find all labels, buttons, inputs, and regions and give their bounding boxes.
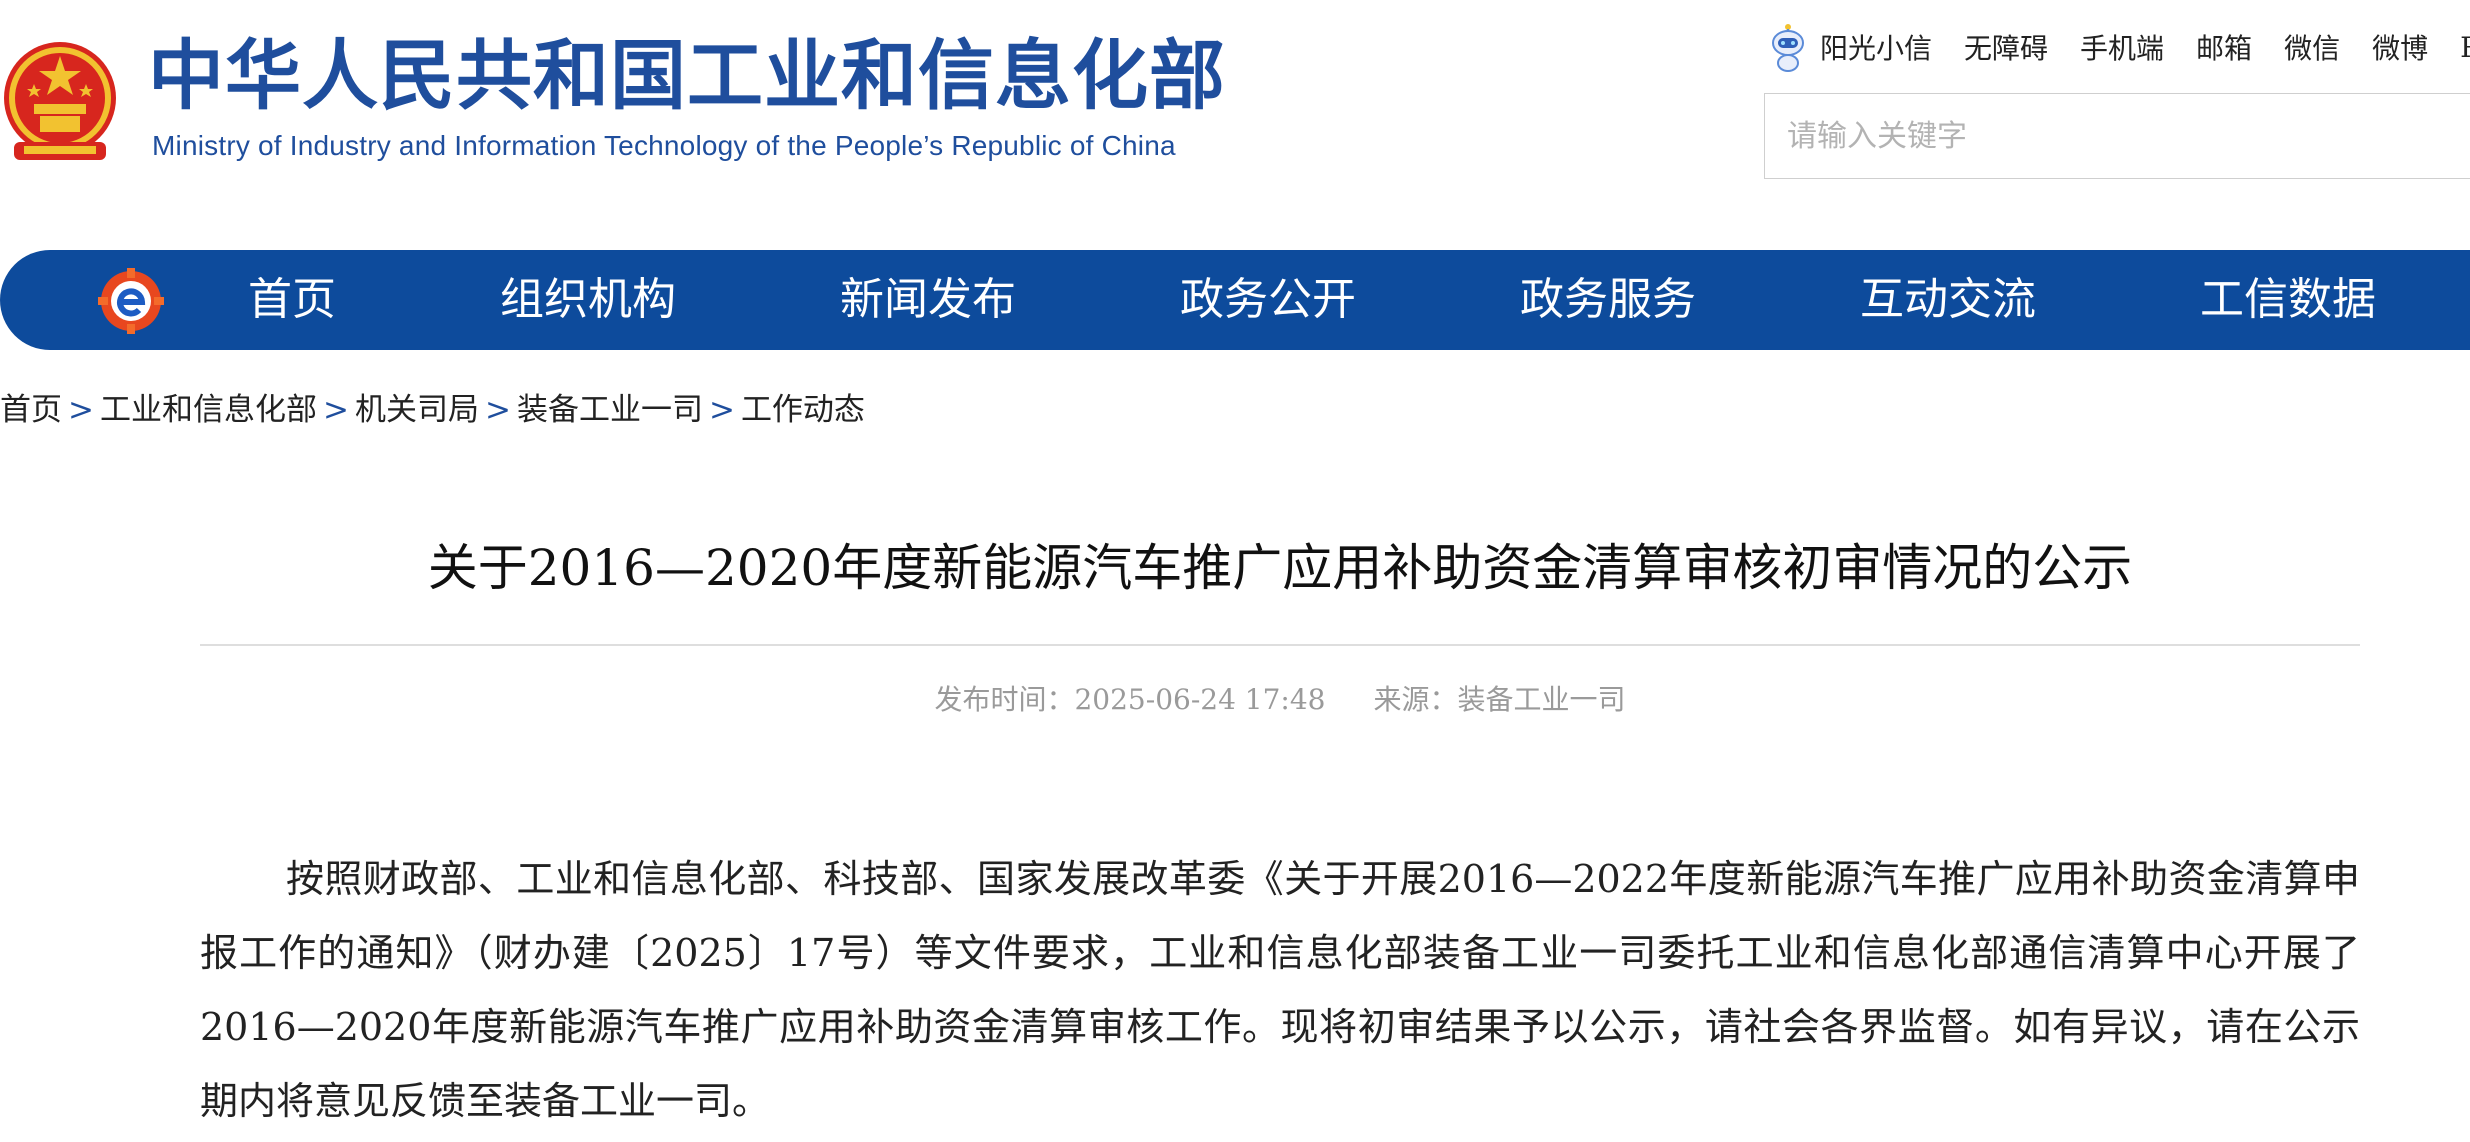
nav-item-news[interactable]: 新闻发布 (840, 250, 1016, 350)
top-link-accessibility[interactable]: 无障碍 (1964, 27, 2048, 67)
breadcrumb-separator: > (68, 392, 94, 428)
article-title: 关于2016—2020年度新能源汽车推广应用补助资金清算审核初审情况的公示 (427, 539, 2133, 597)
breadcrumb-equipment-dept[interactable]: 装备工业一司 (517, 392, 703, 428)
top-link-wechat[interactable]: 微信 (2284, 27, 2340, 67)
article-source: 来源：装备工业一司 (1373, 683, 1626, 716)
article-body: 按照财政部、工业和信息化部、科技部、国家发展改革委《关于开展2016—2022年… (200, 857, 2360, 1123)
breadcrumb-work-updates[interactable]: 工作动态 (741, 392, 865, 428)
top-link-weibo[interactable]: 微博 (2372, 27, 2428, 67)
main-nav: 首页 组织机构 新闻发布 政务公开 政务服务 互动交流 工信数据 (0, 250, 2470, 350)
breadcrumb: 首页 > 工业和信息化部 > 机关司局 > 装备工业一司 > 工作动态 (0, 388, 865, 432)
nav-item-interaction[interactable]: 互动交流 (1860, 250, 2036, 350)
search-box (1764, 93, 2470, 179)
breadcrumb-separator: > (322, 392, 349, 428)
title-divider (200, 644, 2360, 646)
site-title-en: Ministry of Industry and Information Tec… (152, 130, 1176, 161)
nav-item-services[interactable]: 政务服务 (1520, 250, 1696, 350)
robot-assistant-icon[interactable] (1768, 21, 1808, 73)
breadcrumb-home[interactable]: 首页 (0, 392, 62, 428)
top-link-mobile[interactable]: 手机端 (2080, 27, 2164, 67)
top-link-rss[interactable]: RSS (2460, 31, 2470, 64)
national-emblem-icon (4, 42, 116, 160)
article-meta: 发布时间：2025-06-24 17:48 来源：装备工业一司 (200, 678, 2360, 718)
top-link-mail[interactable]: 邮箱 (2196, 27, 2252, 67)
search-input[interactable] (1765, 94, 2445, 178)
breadcrumb-departments[interactable]: 机关司局 (355, 392, 479, 428)
site-logo[interactable]: 中华人民共和国工业和信息化部 Ministry of Industry and … (0, 30, 1225, 180)
nav-item-home[interactable]: 首页 (248, 250, 336, 350)
breadcrumb-separator: > (708, 392, 735, 428)
site-title-cn: 中华人民共和国工业和信息化部 (148, 31, 1226, 120)
nav-item-public-affairs[interactable]: 政务公开 (1180, 250, 1356, 350)
publish-time: 发布时间：2025-06-24 17:48 (934, 683, 1326, 716)
nav-item-organization[interactable]: 组织机构 (500, 250, 676, 350)
ministry-logo-icon (98, 268, 164, 334)
top-links: 阳光小信 无障碍 手机端 邮箱 微信 微博 RSS (1768, 22, 2470, 72)
nav-item-data[interactable]: 工信数据 (2200, 250, 2376, 350)
top-link-sunshine[interactable]: 阳光小信 (1820, 27, 1932, 67)
page: 中华人民共和国工业和信息化部 Ministry of Industry and … (0, 0, 2470, 1142)
breadcrumb-ministry[interactable]: 工业和信息化部 (100, 392, 317, 428)
breadcrumb-separator: > (484, 392, 511, 428)
